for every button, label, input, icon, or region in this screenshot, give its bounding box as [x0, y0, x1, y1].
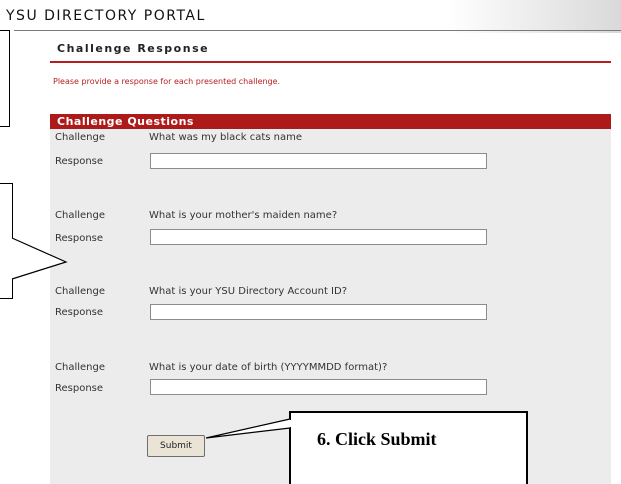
response-label: Response: [55, 233, 104, 244]
header-divider: [14, 30, 621, 31]
challenge-label: Challenge: [55, 132, 105, 143]
response-label: Response: [55, 156, 104, 167]
response-input-2[interactable]: [150, 229, 487, 245]
page-title: Challenge Response: [57, 42, 210, 55]
annotation-callout-box: [0, 183, 13, 299]
instruction-text: Please provide a response for each prese…: [53, 77, 281, 86]
challenge-question: What was my black cats name: [149, 132, 303, 143]
panel-header: Challenge Questions: [50, 114, 611, 129]
annotation-box: 6. Click Submit: [289, 411, 528, 484]
challenge-question: What is your YSU Directory Account ID?: [149, 286, 348, 297]
annotation-box-partial: [0, 30, 10, 127]
challenge-label: Challenge: [55, 210, 105, 221]
response-input-3[interactable]: [150, 304, 487, 320]
submit-button[interactable]: Submit: [147, 435, 205, 457]
response-label: Response: [55, 383, 104, 394]
challenge-label: Challenge: [55, 362, 105, 373]
challenge-question: What is your date of birth (YYYYMMDD for…: [149, 362, 388, 373]
portal-title: YSU DIRECTORY PORTAL: [6, 8, 206, 24]
challenge-question: What is your mother's maiden name?: [149, 210, 338, 221]
panel-header-label: Challenge Questions: [57, 115, 194, 128]
response-input-4[interactable]: [150, 379, 487, 395]
title-divider: [50, 61, 611, 63]
header-bar: YSU DIRECTORY PORTAL: [0, 0, 621, 33]
response-input-1[interactable]: [150, 153, 487, 169]
challenge-label: Challenge: [55, 286, 105, 297]
annotation-text: 6. Click Submit: [317, 429, 437, 449]
response-label: Response: [55, 307, 104, 318]
